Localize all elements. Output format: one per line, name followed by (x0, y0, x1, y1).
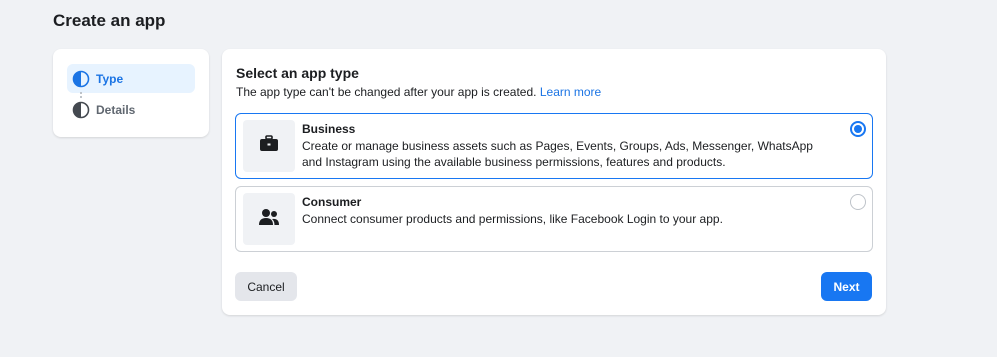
card-title: Select an app type (236, 65, 359, 81)
option-business-description: Create or manage business assets such as… (302, 139, 813, 169)
option-consumer-description: Connect consumer products and permission… (302, 212, 723, 226)
option-business-icon-box (243, 120, 295, 172)
step-details-label: Details (96, 102, 136, 117)
option-business-title: Business (302, 122, 356, 136)
step-type-label: Type (96, 71, 124, 86)
option-business-radio[interactable] (850, 121, 866, 137)
option-consumer-radio[interactable] (850, 194, 866, 210)
step-details[interactable]: Details (67, 95, 195, 124)
cancel-button[interactable]: Cancel (235, 272, 297, 301)
option-consumer-title: Consumer (302, 195, 362, 209)
app-type-card: Select an app type The app type can't be… (222, 49, 886, 315)
step-type[interactable]: Type (67, 64, 195, 93)
card-subtitle: The app type can't be changed after your… (236, 85, 601, 99)
people-icon (258, 208, 280, 231)
half-circle-icon (72, 70, 90, 88)
page-title: Create an app (53, 11, 166, 30)
option-business[interactable]: Business Create or manage business asset… (235, 113, 873, 179)
option-consumer[interactable]: Consumer Connect consumer products and p… (235, 186, 873, 252)
next-button[interactable]: Next (821, 272, 872, 301)
half-circle-icon (72, 101, 90, 119)
briefcase-icon (259, 134, 279, 158)
option-consumer-icon-box (243, 193, 295, 245)
stepper-panel: Type Details (53, 49, 209, 137)
card-subtitle-text: The app type can't be changed after your… (236, 85, 537, 99)
learn-more-link[interactable]: Learn more (540, 85, 601, 99)
